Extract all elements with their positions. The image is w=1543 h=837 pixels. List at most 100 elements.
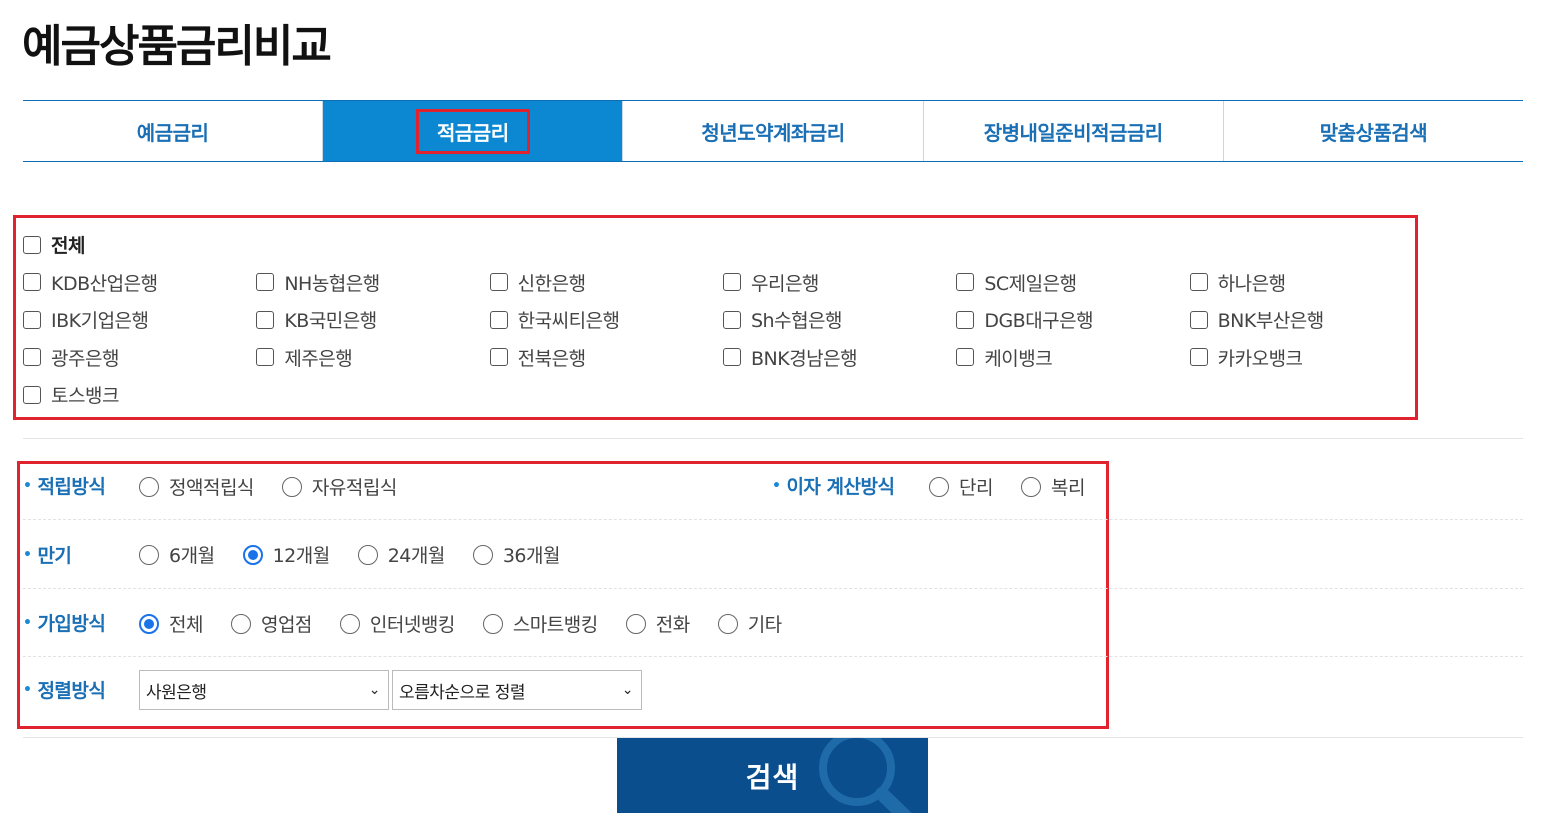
bank-label: KB국민은행 [284,310,377,333]
radio-circle[interactable] [139,613,159,634]
radio-circle[interactable] [281,476,302,497]
radio-circle[interactable] [339,613,360,634]
radio-circle[interactable] [357,544,378,565]
radio-fixed-saving[interactable]: 정액적립식 [139,473,254,500]
radio-join-all[interactable]: 전체 [139,610,203,637]
radio-label: 6개월 [169,545,215,567]
bank-checkbox-all[interactable]: 전체 [23,231,273,258]
tab-youth-account-rate[interactable]: 청년도약계좌금리 [623,101,924,161]
tab-bar: 예금금리 적금금리 청년도약계좌금리 장병내일준비적금금리 맞춤상품검색 [23,100,1523,162]
bank-checkbox-gwangju[interactable]: 광주은행 [23,344,256,371]
bank-checkbox-dgb[interactable]: DGB대구은행 [956,306,1189,333]
radio-circle[interactable] [139,476,159,497]
radio-label: 전화 [655,614,690,636]
bank-checkbox-jeonbuk[interactable]: 전북은행 [489,344,723,371]
radio-circle[interactable] [139,544,159,565]
radio-join-smart[interactable]: 스마트뱅킹 [482,610,598,637]
checkbox-box[interactable] [23,348,41,367]
radio-term-6[interactable]: 6개월 [139,541,215,568]
bank-checkbox-tossbank[interactable]: 토스뱅크 [23,381,273,408]
radio-join-etc[interactable]: 기타 [717,610,782,637]
bank-checkbox-nh[interactable]: NH농협은행 [256,269,489,296]
bank-checkbox-bnk-gyeongnam[interactable]: BNK경남은행 [722,344,956,371]
bank-checkbox-ibk[interactable]: IBK기업은행 [23,306,256,333]
radio-circle[interactable] [625,613,646,634]
radio-join-phone[interactable]: 전화 [625,610,690,637]
radio-label: 36개월 [502,545,561,567]
checkbox-box[interactable] [489,273,508,292]
checkbox-box[interactable] [256,273,275,292]
checkbox-box[interactable] [722,348,741,367]
tab-soldier-savings-rate[interactable]: 장병내일준비적금금리 [924,101,1224,161]
checkbox-box[interactable] [1189,348,1208,367]
join-method-radios: 전체 영업점 인터넷뱅킹 스마트뱅킹 전화 기타 [139,610,810,637]
radio-circle[interactable] [1020,476,1041,497]
bank-checkbox-kbank[interactable]: 케이뱅크 [956,344,1189,371]
bank-checkbox-citi[interactable]: 한국씨티은행 [489,306,723,333]
radio-free-saving[interactable]: 자유적립식 [281,473,397,500]
radio-label: 정액적립식 [169,477,254,499]
bank-label: Sh수협은행 [750,310,843,333]
tab-label: 장병내일준비적금금리 [983,120,1164,145]
bank-checkbox-kb[interactable]: KB국민은행 [256,306,489,333]
radio-circle[interactable] [472,544,493,565]
radio-circle[interactable] [717,613,738,634]
term-radios: 6개월 12개월 24개월 36개월 [139,541,588,568]
radio-circle[interactable] [482,613,503,634]
bank-label: DGB대구은행 [984,310,1094,333]
tab-custom-product-search[interactable]: 맞춤상품검색 [1224,101,1523,161]
radio-join-internet[interactable]: 인터넷뱅킹 [339,610,455,637]
checkbox-box[interactable] [23,310,41,329]
radio-circle[interactable] [929,476,949,497]
tab-savings-rate[interactable]: 적금금리 [323,101,624,161]
radio-circle[interactable] [230,613,251,634]
bank-checkbox-jeju[interactable]: 제주은행 [256,344,489,371]
bank-checkbox-sh[interactable]: Sh수협은행 [722,306,956,333]
interest-method-radios: 단리 복리 [929,473,1113,500]
bank-checkbox-sc[interactable]: SC제일은행 [956,269,1189,296]
bank-checkbox-grid: 전체 KDB산업은행 NH농협은행 신한은행 우리은행 SC제일은행 하나은행 … [23,226,1423,414]
radio-circle[interactable] [242,544,263,565]
search-button[interactable]: 검색 [617,738,928,813]
radio-label: 12개월 [272,545,331,567]
radio-simple-interest[interactable]: 단리 [929,473,993,500]
checkbox-box[interactable] [1189,273,1208,292]
tab-deposit-rate[interactable]: 예금금리 [23,101,324,161]
checkbox-box[interactable] [489,348,508,367]
select-value: 사원은행 [146,682,207,703]
radio-label: 기타 [747,614,782,636]
bank-label: 한국씨티은행 [517,310,620,333]
sort-primary-select[interactable]: 사원은행 ⌄ [139,670,389,710]
checkbox-box[interactable] [722,310,741,329]
checkbox-box[interactable] [256,310,275,329]
checkbox-box[interactable] [956,310,975,329]
page-title: 예금상품금리비교 [22,21,332,72]
radio-term-24[interactable]: 24개월 [357,541,445,568]
bank-checkbox-hana[interactable]: 하나은행 [1189,269,1423,296]
bank-checkbox-woori[interactable]: 우리은행 [722,269,956,296]
join-method-label: • 가입방식 [23,609,106,636]
bank-label: 하나은행 [1217,272,1286,295]
checkbox-box[interactable] [23,385,41,404]
checkbox-box[interactable] [722,273,741,292]
sort-order-select[interactable]: 오름차순으로 정렬 ⌄ [392,670,642,710]
checkbox-box[interactable] [956,273,975,292]
checkbox-box[interactable] [489,310,508,329]
radio-term-36[interactable]: 36개월 [472,541,561,568]
checkbox-box[interactable] [956,348,975,367]
radio-term-12[interactable]: 12개월 [242,541,331,568]
option-label-text: 이자 계산방식 [786,476,895,498]
radio-compound-interest[interactable]: 복리 [1020,473,1085,500]
saving-method-label: • 적립방식 [23,472,106,499]
option-label-text: 적립방식 [37,476,106,498]
radio-label: 인터넷뱅킹 [369,614,455,636]
checkbox-box[interactable] [23,273,41,292]
bank-checkbox-kakaobank[interactable]: 카카오뱅크 [1189,344,1423,371]
bank-checkbox-bnk-busan[interactable]: BNK부산은행 [1189,306,1423,333]
checkbox-box[interactable] [1189,310,1208,329]
bank-checkbox-shinhan[interactable]: 신한은행 [489,269,723,296]
checkbox-box[interactable] [256,348,275,367]
checkbox-box[interactable] [23,235,41,254]
bank-checkbox-kdb[interactable]: KDB산업은행 [23,269,256,296]
radio-join-branch[interactable]: 영업점 [230,610,312,637]
